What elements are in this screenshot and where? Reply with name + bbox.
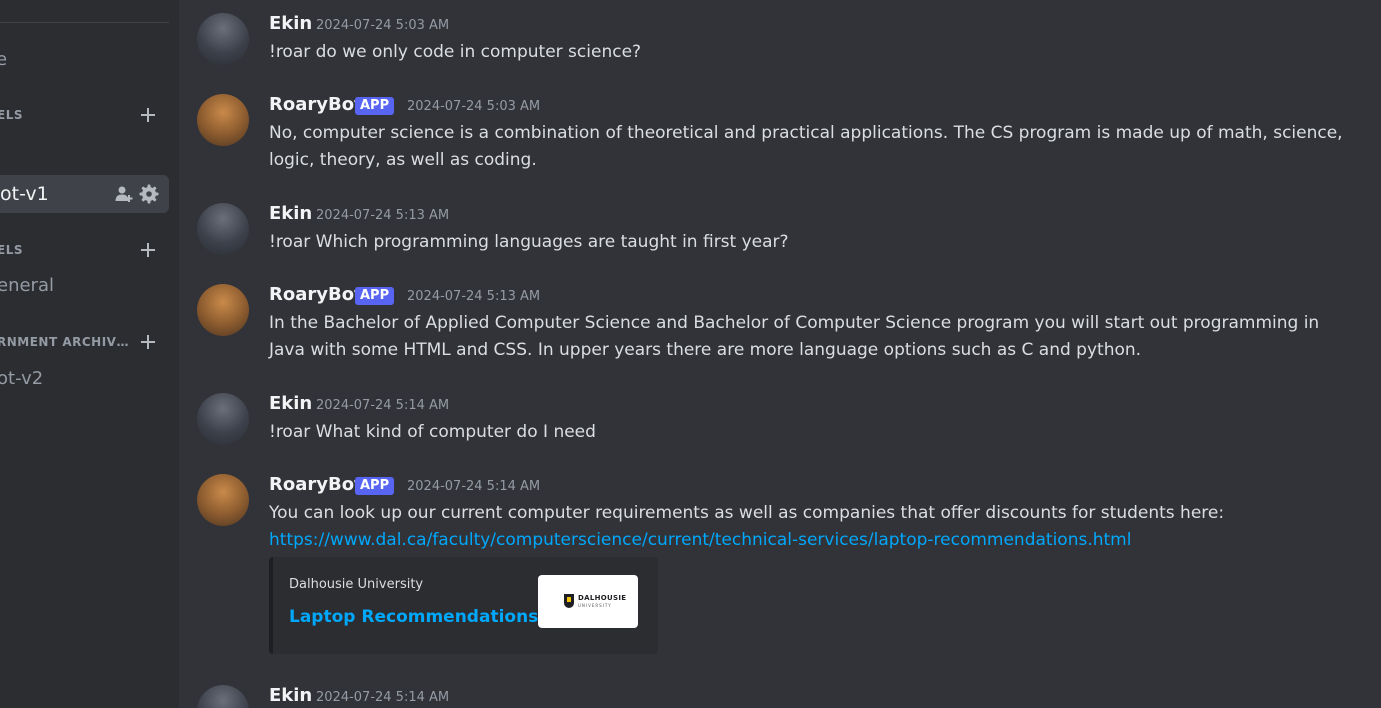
message: Ekin 2024-07-24 5:13 AM !roar Which prog… [197, 203, 1367, 263]
avatar[interactable] [197, 474, 249, 526]
app-badge: APP [355, 97, 395, 115]
sidebar-channel-label: eneral [0, 275, 54, 296]
message-timestamp: 2024-07-24 5:14 AM [316, 690, 450, 705]
embed-title[interactable]: Laptop Recommendations [289, 607, 538, 627]
sidebar-channel-2[interactable]: eneral [0, 275, 54, 296]
message-timestamp: 2024-07-24 5:14 AM [407, 479, 541, 494]
message: RoaryBot APP 2024-07-24 5:03 AM No, comp… [197, 94, 1367, 174]
message-content: You can look up our current computer req… [269, 500, 1359, 554]
message-text: You can look up our current computer req… [269, 503, 1225, 523]
message-content: In the Bachelor of Applied Computer Scie… [269, 313, 1320, 360]
embed-thumbnail[interactable]: DALHOUSIE UNIVERSITY [538, 575, 638, 628]
avatar[interactable] [197, 203, 249, 255]
message-author[interactable]: Ekin [269, 203, 312, 224]
app-badge: APP [355, 287, 395, 305]
sidebar-category-3[interactable]: RNMENT ARCHIV… [0, 335, 129, 349]
sidebar-category-label: ELS [0, 243, 23, 257]
sidebar-channel-label: e [0, 49, 8, 70]
plus-icon[interactable] [140, 107, 156, 123]
message-content: !roar What kind of computer do I need [269, 422, 596, 442]
sidebar-category-2[interactable]: ELS [0, 243, 23, 257]
dalhousie-logo-icon [564, 594, 574, 608]
message-author[interactable]: Ekin [269, 393, 312, 414]
message: RoaryBot APP 2024-07-24 5:14 AM You can … [197, 474, 1367, 664]
avatar[interactable] [197, 393, 249, 445]
sidebar-active-channel-label: ot-v1 [0, 183, 49, 205]
sidebar-category-1[interactable]: ELS [0, 108, 23, 122]
message-author[interactable]: RoaryBot [269, 474, 363, 495]
avatar[interactable] [197, 13, 249, 65]
add-member-icon[interactable] [114, 184, 134, 204]
sidebar-category-label: RNMENT ARCHIV… [0, 335, 129, 349]
message-timestamp: 2024-07-24 5:13 AM [407, 289, 541, 304]
message-author[interactable]: RoaryBot [269, 284, 363, 305]
message-link[interactable]: https://www.dal.ca/faculty/computerscien… [269, 530, 1131, 550]
sidebar-item-active-channel[interactable]: ot-v1 [0, 175, 169, 213]
message: Ekin 2024-07-24 5:03 AM !roar do we only… [197, 13, 1367, 73]
plus-icon[interactable] [140, 242, 156, 258]
avatar[interactable] [197, 284, 249, 336]
plus-icon[interactable] [140, 334, 156, 350]
message: RoaryBot APP 2024-07-24 5:13 AM In the B… [197, 284, 1367, 364]
message-content: !roar do we only code in computer scienc… [269, 42, 642, 62]
link-embed: Dalhousie University Laptop Recommendati… [269, 557, 658, 654]
message-content: No, computer science is a combination of… [269, 123, 1343, 170]
sidebar-channel-label: ot-v2 [0, 368, 44, 389]
message: Ekin 2024-07-24 5:14 AM [197, 685, 1367, 708]
message-content: !roar Which programming languages are ta… [269, 232, 789, 252]
embed-provider[interactable]: Dalhousie University [289, 577, 423, 592]
message-timestamp: 2024-07-24 5:14 AM [316, 398, 450, 413]
message-author[interactable]: Ekin [269, 685, 312, 706]
channel-sidebar: e ELS ot-v1 ELS eneral RNMENT ARCHIV… ot… [0, 0, 179, 708]
avatar[interactable] [197, 94, 249, 146]
message: Ekin 2024-07-24 5:14 AM !roar What kind … [197, 393, 1367, 453]
message-timestamp: 2024-07-24 5:13 AM [316, 208, 450, 223]
sidebar-channel-3[interactable]: ot-v2 [0, 368, 43, 389]
sidebar-category-label: ELS [0, 108, 23, 122]
sidebar-divider [0, 22, 169, 23]
logo-subtext: UNIVERSITY [578, 603, 612, 608]
gear-icon[interactable] [139, 184, 159, 204]
message-author[interactable]: Ekin [269, 13, 312, 34]
message-timestamp: 2024-07-24 5:03 AM [316, 18, 450, 33]
app-badge: APP [355, 477, 395, 495]
message-author[interactable]: RoaryBot [269, 94, 363, 115]
logo-wordmark: DALHOUSIE [578, 594, 627, 602]
message-timestamp: 2024-07-24 5:03 AM [407, 99, 541, 114]
avatar[interactable] [197, 685, 249, 708]
sidebar-channel-1[interactable]: e [0, 49, 7, 70]
